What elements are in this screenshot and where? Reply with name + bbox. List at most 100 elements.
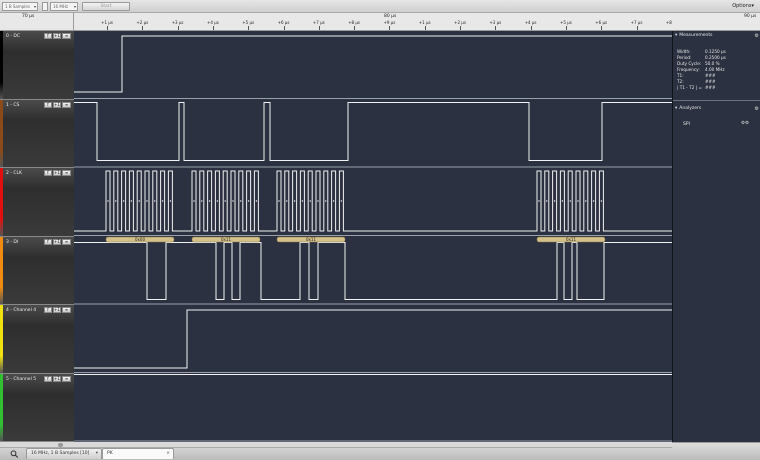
channel-menu-button[interactable]: ≡ — [62, 33, 71, 39]
gear-icon[interactable]: ⚙ — [755, 32, 759, 40]
channel-menu-button[interactable]: ≡ — [62, 238, 71, 245]
channel-trigger-button[interactable]: +1 — [53, 238, 61, 245]
analyzer-spi[interactable]: SPI — [683, 122, 690, 127]
clk-sample-dot — [577, 200, 579, 202]
clk-sample-dot — [107, 200, 109, 202]
channel-label-3[interactable]: 3 - DI f +1 ≡ — [0, 236, 74, 305]
measurement-row: | T1 - T2 | = ### — [677, 85, 716, 90]
ruler-tick-mark — [142, 26, 144, 30]
clk-sample-dot — [208, 200, 211, 202]
channel-menu-button[interactable]: ≡ — [62, 375, 71, 382]
sample-count-select[interactable]: 1 B Samples ▾ — [2, 2, 38, 11]
measurement-label: Frequency: — [677, 67, 700, 72]
collapse-triangle-icon: ▾ — [675, 106, 678, 111]
measurement-value: 0.2500 µs — [705, 55, 726, 60]
waveform-canvas: 0x00 0x11 0x11 0x11 — [74, 35, 672, 442]
rate-toggle-icon[interactable] — [42, 2, 48, 11]
close-icon[interactable]: × — [166, 449, 170, 459]
ruler-tick-mark — [495, 26, 497, 30]
scroll-thumb[interactable] — [58, 443, 63, 447]
time-ruler[interactable]: 70 µs 80 µs +1 µs +2 µs +3 µs +4 µs +5 µs +6 … — [22, 13, 713, 31]
ruler-tick-label: +6 µs — [277, 20, 290, 25]
measurements-header[interactable]: ▾ Measurements ⚙ — [675, 32, 759, 40]
channel4-trace — [74, 309, 672, 369]
ruler-tick-mark — [318, 26, 320, 30]
channel-settings-button[interactable]: f — [44, 101, 52, 108]
collapse-triangle-icon: ▾ — [675, 33, 678, 38]
sample-rate-select[interactable]: 16 MHz ▾ — [50, 2, 78, 11]
ruler-left-spacer — [0, 13, 74, 31]
clk-sample-dot — [130, 200, 133, 202]
tab-capture[interactable]: 16 MHz, 1 B Samples [10] ▾ — [26, 448, 102, 459]
channel-buttons: f +1 ≡ — [44, 33, 72, 39]
channel-label-4[interactable]: 4 - Channel 4 f +1 ≡ — [0, 305, 74, 374]
channel-buttons: f +1 ≡ — [44, 101, 72, 108]
channel-label-1[interactable]: 1 - CS f +1 ≡ — [0, 99, 74, 168]
tab-pk[interactable]: PK × — [102, 448, 174, 459]
ruler-tick-label: +8 µs — [348, 20, 360, 25]
channel-settings-button[interactable]: f — [44, 375, 52, 382]
channel-settings-button[interactable]: f — [44, 307, 52, 313]
ruler-right-abs: 90 µs — [744, 14, 757, 19]
measurement-value: ### — [705, 85, 716, 90]
close-icon[interactable]: ▾ — [96, 449, 98, 459]
clk-sample-dot — [201, 200, 203, 202]
measurement-value: 50.0 % — [705, 61, 720, 66]
chevron-down-icon: ▾ — [73, 4, 76, 9]
channel-trigger-button[interactable]: +1 — [53, 375, 61, 382]
sample-count-value: 1 B Samples — [5, 4, 30, 9]
channel-label-0[interactable]: 0 - DC f +1 ≡ — [0, 31, 74, 100]
ruler-tick-label: +5 µs — [242, 20, 255, 25]
channel-color-bar — [0, 305, 3, 373]
measurement-value: 4.00 MHz — [705, 67, 725, 72]
spi-byte-label: 0x11 — [566, 237, 576, 242]
channel-settings-button[interactable]: f — [44, 170, 52, 176]
channel-trigger-button[interactable]: +1 — [53, 307, 61, 313]
channel-trigger-button[interactable]: +1 — [53, 101, 61, 108]
search-icon[interactable] — [10, 450, 19, 458]
options-menu[interactable]: Options▾ — [732, 3, 754, 9]
clk-sample-dot — [286, 200, 288, 202]
channel-name: 3 - DI — [6, 239, 19, 245]
clk-sample-dot — [154, 200, 156, 202]
clk-sample-dot — [169, 200, 172, 202]
measurement-label: Period: — [677, 55, 692, 60]
ruler-tick-mark — [601, 26, 603, 30]
ruler-tick-label: +3 µs — [171, 20, 184, 25]
channel-settings-button[interactable]: f — [44, 33, 52, 39]
channel-trigger-button[interactable]: +1 — [53, 170, 61, 176]
measurement-label: | T1 - T2 | = — [677, 85, 702, 90]
channel-trigger-button[interactable]: +1 — [53, 33, 61, 39]
gear-icon[interactable]: ⚙ — [755, 105, 759, 113]
ruler-tick-mark — [424, 26, 426, 30]
ruler-tick-label: +4 µs — [206, 20, 219, 25]
clk-sample-dot — [115, 200, 117, 202]
ruler-tick-mark — [107, 26, 108, 30]
channel-name: 2 - CLK — [6, 171, 22, 176]
channel-menu-button[interactable]: ≡ — [62, 307, 71, 313]
channel-label-5[interactable]: 5 - Channel 5 f +1 ≡ — [0, 373, 74, 442]
right-panel: ▾ Measurements ⚙ Width: 0.1250 µs Period: 0.… — [672, 31, 760, 442]
cs-trace — [74, 102, 672, 161]
ruler-left-abs: 70 µs — [22, 14, 35, 19]
clk-sample-dot — [278, 200, 280, 202]
channel-menu-button[interactable]: ≡ — [62, 101, 71, 108]
panel-divider — [673, 100, 760, 101]
analyzers-header[interactable]: ▾ Analyzers ⚙ — [675, 105, 759, 113]
start-button[interactable]: Start — [82, 2, 130, 11]
waveform-area[interactable]: 0x00 0x11 0x11 0x11 — [74, 31, 672, 442]
measurement-value: 0.1250 µs — [705, 49, 726, 54]
ruler-tick-label: +5 µs — [559, 20, 572, 25]
channel-menu-button[interactable]: ≡ — [62, 170, 71, 176]
channel-color-bar — [0, 99, 3, 167]
channel-label-2[interactable]: 2 - CLK f +1 ≡ — [0, 168, 74, 237]
ruler-tick-mark — [248, 26, 250, 30]
ruler-tick-label: +1 µs — [418, 20, 431, 25]
channel-settings-button[interactable]: f — [44, 238, 52, 245]
ruler-tick-mark — [389, 26, 391, 30]
ruler-tick-mark — [636, 26, 638, 30]
ruler-tick-label: +6 µs — [595, 20, 608, 25]
clk-sample-dot — [569, 200, 571, 202]
horizontal-scrollbar[interactable] — [0, 442, 672, 448]
analyzer-settings-icon[interactable]: ⚙⚙ — [741, 121, 749, 126]
